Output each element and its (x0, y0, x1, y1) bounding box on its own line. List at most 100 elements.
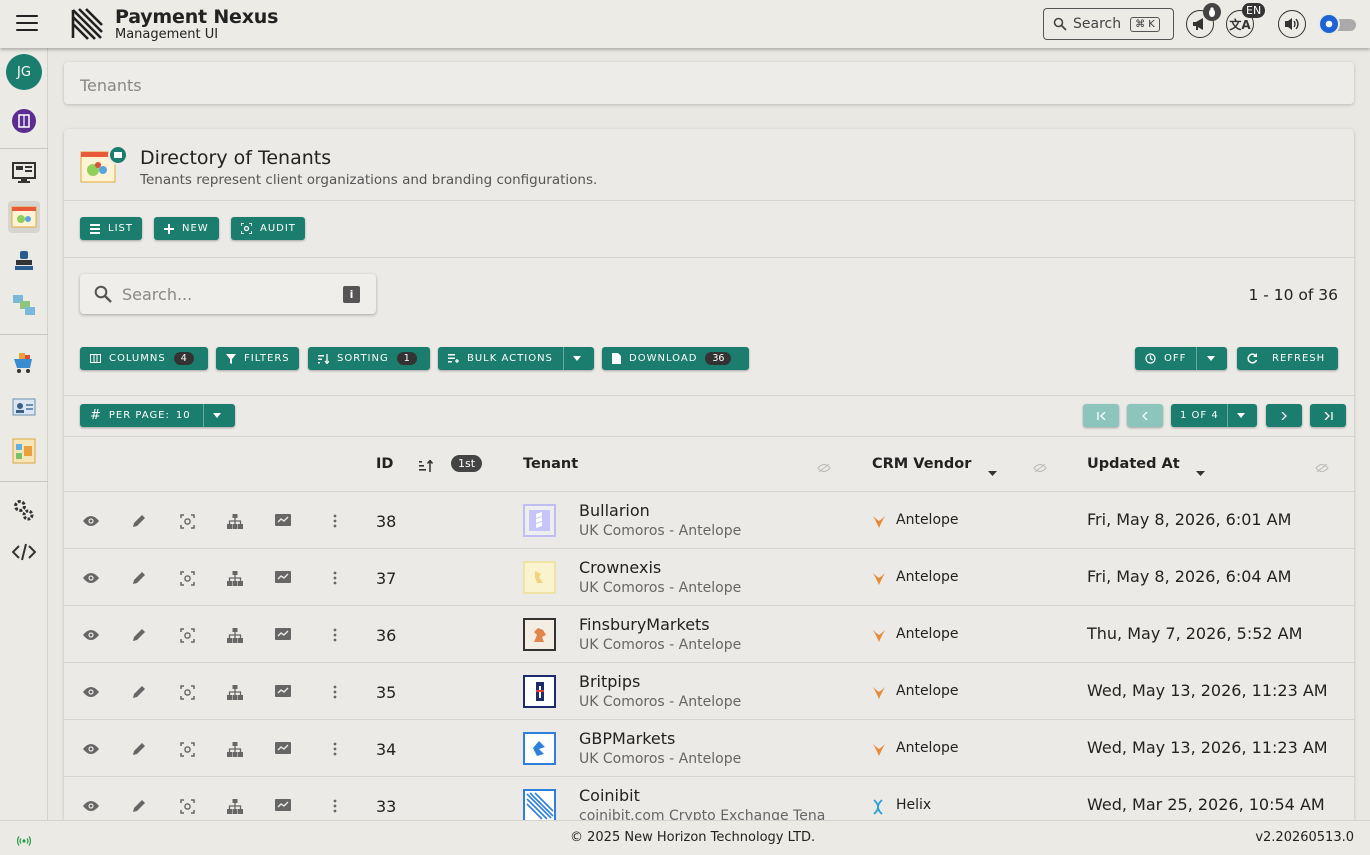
first-page-button[interactable] (1083, 404, 1119, 427)
page-select[interactable]: 1 OF 4 (1171, 404, 1257, 427)
presentation-icon[interactable] (274, 569, 292, 587)
presentation-icon[interactable] (274, 683, 292, 701)
presentation-icon[interactable] (274, 512, 292, 530)
presentation-icon[interactable] (274, 740, 292, 758)
dashboard-icon[interactable] (8, 157, 40, 189)
chevron-down-icon[interactable] (1226, 404, 1255, 427)
column-header-crm-vendor[interactable]: CRM Vendor (872, 456, 971, 472)
tenant-name[interactable]: Britpips (579, 672, 640, 691)
hierarchy-icon[interactable] (226, 569, 244, 587)
audit-icon[interactable] (178, 740, 196, 758)
menu-icon[interactable] (16, 15, 38, 33)
view-icon[interactable] (82, 626, 100, 644)
view-icon[interactable] (82, 797, 100, 815)
tenant-name[interactable]: Crownexis (579, 558, 661, 577)
volume-icon[interactable] (1278, 10, 1306, 38)
eye-off-icon[interactable] (1033, 458, 1047, 477)
more-vertical-icon[interactable] (326, 512, 344, 530)
audit-icon[interactable] (178, 683, 196, 701)
columns-button[interactable]: COLUMNS 4 (80, 347, 208, 370)
bulk-actions-button[interactable]: BULK ACTIONS (438, 347, 594, 370)
hierarchy-icon[interactable] (226, 740, 244, 758)
auto-refresh-button[interactable]: OFF (1135, 347, 1227, 370)
table-row[interactable]: 36 FinsburyMarkets UK Comoros - Antelope An… (64, 606, 1354, 663)
new-button[interactable]: NEW (154, 217, 219, 240)
more-vertical-icon[interactable] (326, 569, 344, 587)
edit-icon[interactable] (130, 512, 148, 530)
eye-off-icon[interactable] (817, 458, 831, 477)
audit-button[interactable]: AUDIT (231, 217, 305, 240)
eye-off-icon[interactable] (1315, 458, 1329, 477)
edit-icon[interactable] (130, 569, 148, 587)
edit-icon[interactable] (130, 626, 148, 644)
footer: © 2025 New Horizon Technology LTD. v2.20… (0, 820, 1370, 855)
column-header-tenant[interactable]: Tenant (523, 456, 578, 472)
hierarchy-icon[interactable] (226, 512, 244, 530)
presentation-icon[interactable] (274, 626, 292, 644)
tenant-name[interactable]: Coinibit (579, 786, 640, 805)
stamp-icon[interactable] (8, 245, 40, 277)
avatar[interactable]: JG (6, 54, 42, 90)
audit-icon[interactable] (178, 512, 196, 530)
tenant-name[interactable]: GBPMarkets (579, 729, 675, 748)
view-icon[interactable] (82, 512, 100, 530)
chevron-down-icon[interactable] (1196, 347, 1224, 370)
per-page-select[interactable]: # PER PAGE: 10 (80, 404, 235, 427)
theme-toggle[interactable] (1320, 15, 1356, 33)
chevron-down-icon[interactable] (1196, 461, 1205, 480)
code-icon[interactable] (8, 536, 40, 568)
breadcrumb-tenants[interactable]: Tenants (80, 76, 142, 95)
info-icon[interactable]: i (343, 286, 360, 303)
edit-icon[interactable] (130, 683, 148, 701)
hierarchy-icon[interactable] (226, 797, 244, 815)
next-page-button[interactable] (1266, 404, 1302, 427)
table-row[interactable]: 34 GBPMarkets UK Comoros - Antelope Antelop… (64, 720, 1354, 777)
tenant-name[interactable]: FinsburyMarkets (579, 615, 710, 634)
table-row[interactable]: 37 Crownexis UK Comoros - Antelope Antelope… (64, 549, 1354, 606)
list-button[interactable]: LIST (80, 217, 142, 240)
audit-icon[interactable] (178, 626, 196, 644)
audit-icon[interactable] (178, 797, 196, 815)
previous-page-button[interactable] (1127, 404, 1163, 427)
column-header-updated-at[interactable]: Updated At (1087, 456, 1180, 472)
more-vertical-icon[interactable] (326, 797, 344, 815)
global-search-button[interactable]: Search ⌘ K (1043, 8, 1174, 40)
chevron-down-icon[interactable] (562, 347, 591, 370)
shop-icon[interactable] (8, 347, 40, 379)
card-header: Directory of Tenants Tenants represent c… (64, 129, 1354, 201)
columns-icon (90, 354, 101, 363)
sort-ascending-icon[interactable] (419, 457, 434, 476)
presentation-icon[interactable] (274, 797, 292, 815)
table-row[interactable]: 38 Bullarion UK Comoros - Antelope Antelope… (64, 492, 1354, 549)
edit-icon[interactable] (130, 797, 148, 815)
hierarchy-icon[interactable] (226, 626, 244, 644)
view-icon[interactable] (82, 569, 100, 587)
view-icon[interactable] (82, 740, 100, 758)
more-vertical-icon[interactable] (326, 626, 344, 644)
audit-icon[interactable] (178, 569, 196, 587)
workspace-icon[interactable] (8, 105, 40, 137)
hierarchy-icon[interactable] (226, 683, 244, 701)
edit-icon[interactable] (130, 740, 148, 758)
tenant-name[interactable]: Bullarion (579, 501, 650, 520)
modules-icon[interactable] (8, 289, 40, 321)
more-vertical-icon[interactable] (326, 683, 344, 701)
download-button[interactable]: DOWNLOAD 36 (602, 347, 749, 370)
chevron-down-icon[interactable] (202, 404, 231, 427)
tenants-icon[interactable] (8, 201, 40, 233)
settings-icon[interactable] (8, 494, 40, 526)
chevron-down-icon[interactable] (988, 461, 997, 480)
search-input[interactable]: Search... i (80, 274, 376, 314)
more-vertical-icon[interactable] (326, 740, 344, 758)
view-icon[interactable] (82, 683, 100, 701)
tenant-id: 37 (376, 569, 397, 588)
refresh-button[interactable]: REFRESH (1237, 347, 1338, 370)
last-page-button[interactable] (1310, 404, 1346, 427)
table-row[interactable]: 35 Britpips UK Comoros - Antelope Antelope W… (64, 663, 1354, 720)
updated-at: Thu, May 7, 2026, 5:52 AM (1087, 624, 1303, 643)
contact-card-icon[interactable] (8, 391, 40, 423)
filters-button[interactable]: FILTERS (216, 347, 299, 370)
sorting-button[interactable]: SORTING 1 (308, 347, 430, 370)
column-header-id[interactable]: ID (376, 456, 393, 472)
report-icon[interactable] (8, 435, 40, 467)
